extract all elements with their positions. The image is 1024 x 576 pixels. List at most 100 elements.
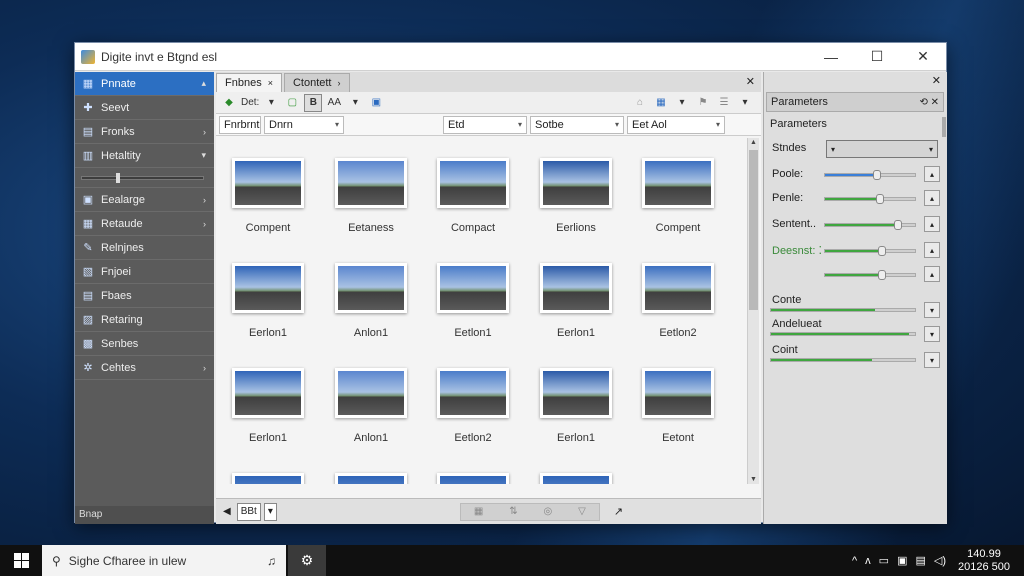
list-tool-icon[interactable]: ☰ (715, 94, 733, 112)
filter-column[interactable]: Fnrbrnt (219, 115, 261, 134)
volume-icon[interactable]: ◁) (934, 554, 946, 567)
parameter-slider[interactable] (824, 194, 916, 204)
sidebar-item[interactable]: ▧ Fnjoei (75, 260, 214, 284)
start-button[interactable] (0, 545, 42, 576)
parameter-slider[interactable] (824, 270, 916, 280)
display-icon[interactable]: ▣ (897, 554, 907, 567)
expand-icon[interactable]: ↗ (614, 505, 623, 518)
parameter-step-button[interactable]: ▴ (924, 166, 940, 182)
parameter-dropdown-button[interactable]: ▾ (924, 352, 940, 368)
chevron-up-icon[interactable]: ^ (852, 555, 857, 567)
sidebar-item[interactable]: ✎ Relnjnes (75, 236, 214, 260)
header-buttons[interactable]: ⟲ ✕ (919, 97, 939, 108)
maximize-button[interactable]: ☐ (854, 43, 900, 71)
dropdown-icon[interactable]: ▾ (262, 94, 280, 112)
chevron-down-icon[interactable]: ▾ (518, 120, 522, 129)
photo-thumbnail[interactable]: Eerlon1 (218, 263, 318, 339)
flag-tool-icon[interactable]: ⚑ (694, 94, 712, 112)
sidebar-item[interactable]: ▨ Retaring (75, 308, 214, 332)
tab-close-icon[interactable]: › (338, 78, 341, 88)
vertical-scrollbar[interactable]: ▲ ▼ (747, 138, 759, 484)
battery-icon[interactable]: ▭ (879, 554, 889, 567)
photo-thumbnail[interactable]: Eetlon2 (423, 368, 523, 444)
params-scrollbar[interactable] (942, 117, 946, 137)
prev-page-icon[interactable]: ◀ (220, 503, 234, 521)
sidebar-item[interactable]: ✚ Seevt (75, 96, 214, 120)
slider-knob[interactable] (894, 220, 902, 230)
photo-thumbnail-partial[interactable] (423, 473, 523, 484)
photo-thumbnail[interactable]: Eetlon2 (628, 263, 728, 339)
zoom-icon[interactable]: ◎ (544, 506, 553, 517)
more-dropdown-icon[interactable]: ▾ (736, 94, 754, 112)
parameter-select[interactable]: ▾ ▾ (826, 140, 938, 158)
close-button[interactable]: ✕ (900, 43, 946, 71)
sidebar-item[interactable]: ▤ Fbaes (75, 284, 214, 308)
network-icon[interactable]: ᴧ (865, 555, 871, 567)
photo-thumbnail[interactable]: Anlon1 (321, 263, 421, 339)
parameter-step-button[interactable]: ▴ (924, 216, 940, 232)
taskbar-search[interactable]: ⚲ Sighe Cfharee in ulew ♫ (42, 545, 286, 576)
parameter-slider[interactable] (824, 170, 916, 180)
photo-thumbnail[interactable]: Eerlon1 (526, 263, 626, 339)
photo-thumbnail[interactable]: Compent (628, 158, 728, 234)
photo-thumbnail[interactable]: Compent (218, 158, 318, 234)
slider-knob[interactable] (876, 194, 884, 204)
scroll-up-icon[interactable]: ▲ (750, 139, 757, 146)
tab-close-icon[interactable]: × (268, 78, 273, 88)
filter-column[interactable]: Etd ▾ (443, 115, 527, 134)
photo-thumbnail-partial[interactable] (321, 473, 421, 484)
text-size-dropdown-icon[interactable]: ▾ (346, 94, 364, 112)
image-view-icon[interactable]: ▣ (367, 94, 385, 112)
slider-knob[interactable] (116, 173, 120, 183)
lock-icon[interactable]: ⌂ (631, 94, 649, 112)
photo-thumbnail[interactable]: Compact (423, 158, 523, 234)
slider-knob[interactable] (878, 246, 886, 256)
chevron-down-icon[interactable]: ▾ (716, 120, 720, 129)
photo-thumbnail[interactable]: Eetont (628, 368, 728, 444)
sidebar-item[interactable]: ✲ Cehtes › (75, 356, 214, 380)
slider-knob[interactable] (878, 270, 886, 280)
tab[interactable]: Fnbnes × (216, 73, 282, 92)
microphone-icon[interactable]: ♫ (267, 554, 276, 568)
text-size-button[interactable]: AA (325, 94, 343, 112)
parameter-slider[interactable] (770, 358, 916, 362)
tab[interactable]: Ctontett › (283, 73, 350, 92)
filter-column[interactable]: Dnrn ▾ (264, 115, 344, 134)
parameter-step-button[interactable]: ▴ (924, 242, 940, 258)
parameter-slider[interactable] (770, 332, 916, 336)
panel-close-icon[interactable]: ✕ (932, 74, 941, 87)
scroll-down-icon[interactable]: ▼ (750, 476, 757, 483)
grid-view-icon[interactable]: ▦ (474, 506, 483, 517)
sidebar-item[interactable]: ▥ Hetaltity ▾ (75, 144, 214, 168)
parameter-slider[interactable] (770, 308, 916, 312)
photo-thumbnail[interactable]: Eerlon1 (526, 368, 626, 444)
photo-thumbnail[interactable]: Eerlon1 (218, 368, 318, 444)
scroll-thumb[interactable] (749, 150, 758, 310)
sidebar-item[interactable]: ▣ Eealarge › (75, 188, 214, 212)
photo-thumbnail[interactable]: Eetlon1 (423, 263, 523, 339)
view-options-dropdown-icon[interactable]: ▾ (673, 94, 691, 112)
filter-icon[interactable]: ▽ (578, 506, 586, 517)
parameter-slider[interactable] (824, 246, 916, 256)
sidebar-item[interactable]: ▤ Fronks › (75, 120, 214, 144)
parameter-step-button[interactable]: ▴ (924, 266, 940, 282)
chevron-down-icon[interactable]: ▾ (615, 120, 619, 129)
photo-thumbnail-partial[interactable] (526, 473, 626, 484)
sidebar-slider[interactable] (75, 168, 214, 188)
page-selector[interactable]: B Bt (236, 502, 261, 521)
photo-thumbnail-partial[interactable] (218, 473, 318, 484)
photo-thumbnail[interactable]: Eerlions (526, 158, 626, 234)
dest-label[interactable]: Det: (241, 94, 259, 112)
dest-icon[interactable]: ◆ (220, 94, 238, 112)
clock[interactable]: 140.99 20126 500 (958, 548, 1010, 574)
filter-column[interactable]: Eet Aol ▾ (627, 115, 725, 134)
photo-thumbnail[interactable]: Anlon1 (321, 368, 421, 444)
parameter-step-button[interactable]: ▴ (924, 190, 940, 206)
slider-track[interactable] (81, 176, 204, 180)
page-dropdown-icon[interactable]: ▾ (263, 502, 277, 521)
sidebar-item[interactable]: ▩ Senbes (75, 332, 214, 356)
sidebar-item[interactable]: ▦ Pnnate ▴ (75, 72, 214, 96)
parameter-dropdown-button[interactable]: ▾ (924, 302, 940, 318)
chevron-down-icon[interactable]: ▾ (335, 120, 339, 129)
sort-icon[interactable]: ⇅ (509, 506, 517, 517)
